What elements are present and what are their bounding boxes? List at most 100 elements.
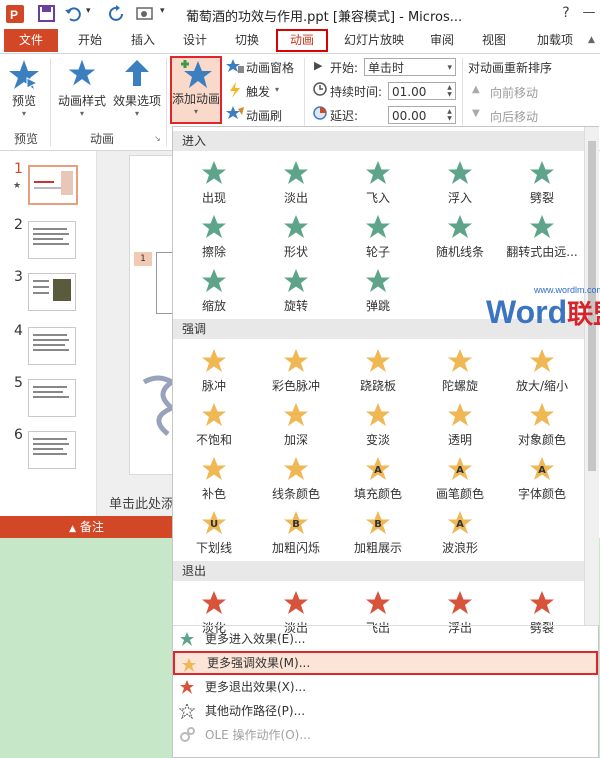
- spinner-icon[interactable]: ▲ ▼: [445, 84, 454, 98]
- entrance-effect-5[interactable]: 劈裂: [503, 153, 581, 207]
- add-animation-button[interactable]: 添加动画 ▾: [170, 56, 222, 124]
- more-emphasis-effects[interactable]: 更多强调效果(M)...: [173, 651, 598, 675]
- trigger-button[interactable]: 触发: [246, 83, 270, 100]
- effect-letter-badge: A: [456, 519, 464, 530]
- tab-review[interactable]: 审阅: [418, 29, 466, 52]
- delay-field[interactable]: 00.00 ▲ ▼: [388, 106, 456, 124]
- slide-thumbnail-6[interactable]: [28, 431, 76, 469]
- emphasis-effect-12[interactable]: 线条颜色: [257, 449, 335, 503]
- slide-number: 4: [14, 323, 23, 339]
- slide-thumbnails-pane: 1 ★ 2 3 4 5 6: [0, 151, 97, 516]
- animation-order-tag: 1: [134, 252, 152, 266]
- emphasis-effect-3[interactable]: 跷跷板: [339, 341, 417, 395]
- preview-button[interactable]: 预览 ▾: [4, 58, 44, 128]
- tab-view[interactable]: 视图: [470, 29, 518, 52]
- entrance-effect-9[interactable]: 随机线条: [421, 207, 499, 261]
- emphasis-star-icon: [448, 349, 472, 372]
- duration-field[interactable]: 01.00 ▲ ▼: [388, 82, 456, 100]
- tab-design[interactable]: 设计: [170, 29, 220, 52]
- emphasis-effect-9[interactable]: 透明: [421, 395, 499, 449]
- entrance-effect-2[interactable]: 淡出: [257, 153, 335, 207]
- slide-thumbnail-1[interactable]: [28, 165, 78, 205]
- emphasis-effect-7[interactable]: 加深: [257, 395, 335, 449]
- slideshow-from-start-icon[interactable]: [135, 5, 155, 23]
- emphasis-effect-16[interactable]: U 下划线: [175, 503, 253, 557]
- emphasis-effect-13[interactable]: A 填充颜色: [339, 449, 417, 503]
- animation-pane-button[interactable]: 动画窗格: [246, 59, 294, 76]
- emphasis-effect-4[interactable]: 陀螺旋: [421, 341, 499, 395]
- notes-label: 备注: [79, 520, 104, 534]
- exit-star-icon: [448, 591, 472, 614]
- entrance-effect-10[interactable]: 翻转式由远...: [503, 207, 581, 261]
- entrance-effect-12[interactable]: 旋转: [257, 261, 335, 315]
- tab-insert[interactable]: 插入: [118, 29, 168, 52]
- qat-customize-icon[interactable]: ▾: [160, 6, 165, 16]
- slide-thumbnail-4[interactable]: [28, 327, 76, 365]
- tab-home[interactable]: 开始: [64, 29, 116, 52]
- help-button[interactable]: ?: [555, 2, 577, 24]
- exit-star-icon: [180, 680, 194, 694]
- emphasis-effect-18[interactable]: B 加粗展示: [339, 503, 417, 557]
- dialog-launcher-icon[interactable]: ↘: [154, 134, 161, 143]
- window-title: 葡萄酒的功效与作用.ppt [兼容模式] - Micros...: [186, 10, 463, 25]
- more-entrance-effects[interactable]: 更多进入效果(E)...: [173, 627, 598, 651]
- undo-dropdown-icon[interactable]: ▾: [86, 6, 91, 16]
- entrance-effect-11[interactable]: 缩放: [175, 261, 253, 315]
- tab-transitions[interactable]: 切换: [222, 29, 272, 52]
- entrance-effect-1[interactable]: 出现: [175, 153, 253, 207]
- entrance-effect-4[interactable]: 浮入: [421, 153, 499, 207]
- emphasis-effect-label: 加深: [283, 433, 308, 447]
- save-icon[interactable]: [38, 5, 56, 23]
- emphasis-effect-17[interactable]: B 加粗闪烁: [257, 503, 335, 557]
- notes-button[interactable]: ▲ 备注: [0, 516, 173, 538]
- effect-options-button[interactable]: 效果选项 ▾: [110, 58, 164, 128]
- entrance-effect-7[interactable]: 形状: [257, 207, 335, 261]
- emphasis-effect-11[interactable]: 补色: [175, 449, 253, 503]
- undo-icon[interactable]: [64, 5, 82, 23]
- slide-number: 2: [14, 217, 23, 233]
- ole-action-verbs[interactable]: OLE 操作动作(O)...: [173, 723, 598, 747]
- move-later-button[interactable]: 向后移动: [490, 108, 538, 125]
- collapse-ribbon-icon[interactable]: ▲: [588, 35, 595, 45]
- gallery-scrollbar[interactable]: [584, 127, 599, 625]
- entrance-effect-6[interactable]: 擦除: [175, 207, 253, 261]
- tab-slideshow[interactable]: 幻灯片放映: [334, 29, 414, 52]
- entrance-effect-label: 轮子: [365, 245, 390, 259]
- motion-path-star-icon: [179, 703, 195, 719]
- slide-canvas[interactable]: 1: [129, 155, 175, 475]
- emphasis-effect-2[interactable]: 彩色脉冲: [257, 341, 335, 395]
- emphasis-effect-6[interactable]: 不饱和: [175, 395, 253, 449]
- redo-icon[interactable]: [108, 5, 126, 23]
- emphasis-effect-5[interactable]: 放大/缩小: [503, 341, 581, 395]
- emphasis-effect-19[interactable]: A 波浪形: [421, 503, 499, 557]
- delay-value: 00.00: [392, 109, 427, 123]
- slide-thumbnail-5[interactable]: [28, 379, 76, 417]
- start-dropdown[interactable]: 单击时 ▾: [364, 58, 456, 76]
- slide-number: 5: [14, 375, 23, 391]
- emphasis-star-icon: A: [530, 457, 554, 480]
- more-exit-effects[interactable]: 更多退出效果(X)...: [173, 675, 598, 699]
- spinner-icon[interactable]: ▲ ▼: [445, 108, 454, 122]
- animation-painter-button[interactable]: 动画刷: [246, 107, 282, 124]
- emphasis-effect-15[interactable]: A 字体颜色: [503, 449, 581, 503]
- emphasis-effect-8[interactable]: 变淡: [339, 395, 417, 449]
- entrance-effect-3[interactable]: 飞入: [339, 153, 417, 207]
- move-earlier-button[interactable]: 向前移动: [490, 84, 538, 101]
- entrance-effect-8[interactable]: 轮子: [339, 207, 417, 261]
- entrance-effect-13[interactable]: 弹跳: [339, 261, 417, 315]
- slide-thumbnail-3[interactable]: [28, 273, 76, 311]
- tab-animations[interactable]: 动画: [276, 29, 328, 52]
- emphasis-effect-10[interactable]: 对象颜色: [503, 395, 581, 449]
- emphasis-star-icon: [202, 457, 226, 480]
- minimize-button[interactable]: —: [578, 2, 600, 24]
- animation-styles-button[interactable]: 动画样式 ▾: [56, 58, 108, 128]
- title-placeholder[interactable]: 单击此处添: [109, 493, 174, 512]
- other-motion-paths[interactable]: 其他动作路径(P)...: [173, 699, 598, 723]
- entrance-star-icon: [366, 215, 390, 238]
- tab-file[interactable]: 文件: [4, 29, 58, 52]
- emphasis-effect-1[interactable]: 脉冲: [175, 341, 253, 395]
- slide-number: 3: [14, 269, 23, 285]
- tab-addins[interactable]: 加载项: [526, 29, 584, 52]
- slide-thumbnail-2[interactable]: [28, 221, 76, 259]
- emphasis-effect-14[interactable]: A 画笔颜色: [421, 449, 499, 503]
